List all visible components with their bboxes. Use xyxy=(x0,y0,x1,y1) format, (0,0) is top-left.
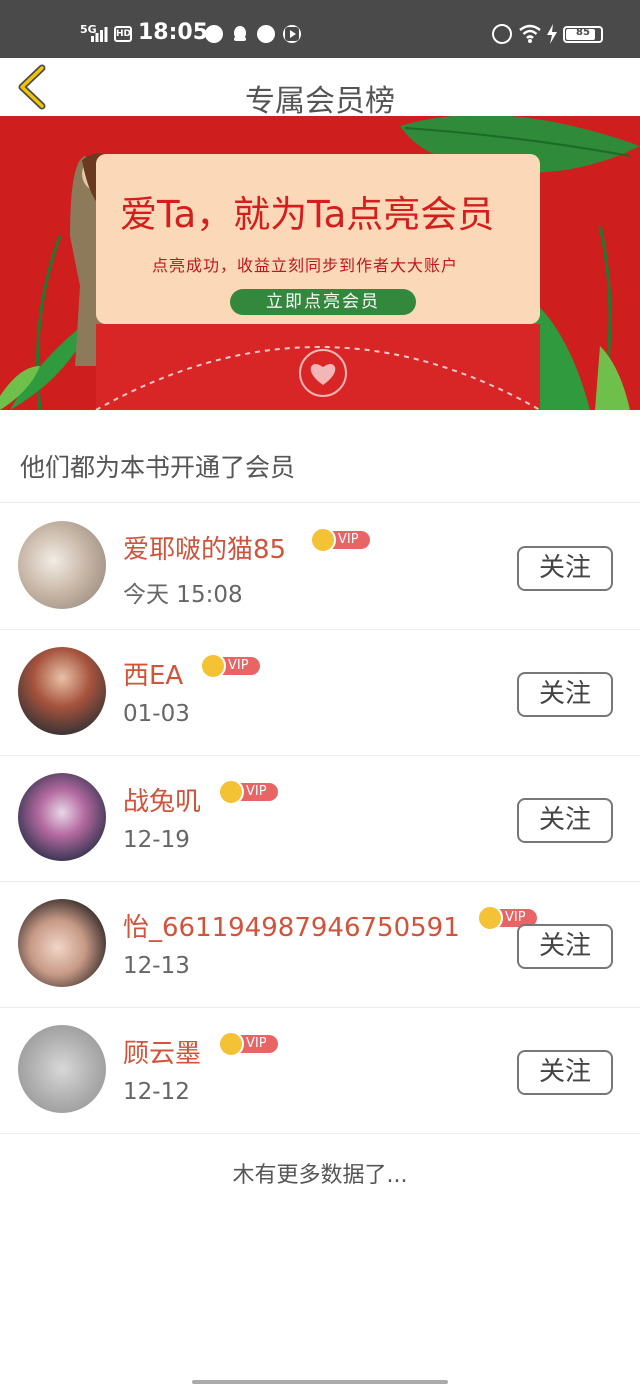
light-up-member-button[interactable]: 立即点亮会员 xyxy=(230,289,416,315)
no-more-data-text: 木有更多数据了... xyxy=(232,1163,408,1188)
banner-subtitle: 点亮成功，收益立刻同步到作者大大账户 xyxy=(152,256,459,275)
battery-level: 85 xyxy=(576,27,590,38)
crown-icon xyxy=(310,527,336,553)
follow-button[interactable]: 关注 xyxy=(517,546,613,591)
charging-icon xyxy=(547,24,557,44)
member-name[interactable]: 爱耶啵的猫85 xyxy=(123,529,286,566)
hd-icon: HD xyxy=(114,26,132,42)
member-name[interactable]: 顾云墨 xyxy=(123,1033,201,1070)
page-title: 专属会员榜 xyxy=(245,84,395,119)
app-notification-icon xyxy=(205,25,223,43)
avatar[interactable] xyxy=(18,899,106,987)
signal-icon xyxy=(91,27,108,42)
home-indicator[interactable] xyxy=(192,1380,448,1384)
crown-icon xyxy=(200,653,226,679)
member-row[interactable]: 顾云墨 VIP 12-12 关注 xyxy=(0,1007,640,1133)
avatar[interactable] xyxy=(18,1025,106,1113)
avatar[interactable] xyxy=(18,647,106,735)
follow-button[interactable]: 关注 xyxy=(517,672,613,717)
member-date: 12-19 xyxy=(123,827,190,853)
crown-icon xyxy=(477,905,503,931)
banner-headline: 爱Ta，就为Ta点亮会员 xyxy=(120,193,495,236)
battery-icon: 85 xyxy=(563,26,603,43)
qq-icon xyxy=(234,26,246,41)
clock: 18:05 xyxy=(138,20,209,45)
member-name[interactable]: 西EA xyxy=(123,655,183,692)
follow-button[interactable]: 关注 xyxy=(517,798,613,843)
promo-banner[interactable]: 爱Ta，就为Ta点亮会员 点亮成功，收益立刻同步到作者大大账户 立即点亮会员 xyxy=(0,116,640,410)
crown-icon xyxy=(218,779,244,805)
avatar[interactable] xyxy=(18,521,106,609)
follow-button[interactable]: 关注 xyxy=(517,1050,613,1095)
member-name[interactable]: 怡_661194987946750591 xyxy=(123,907,460,944)
divider xyxy=(0,1133,640,1134)
status-bar: 5G HD 18:05 85 xyxy=(0,0,640,58)
member-date: 01-03 xyxy=(123,701,190,727)
wifi-icon xyxy=(519,24,541,43)
member-row[interactable]: 战兔叽 VIP 12-19 关注 xyxy=(0,755,640,881)
member-row[interactable]: 爱耶啵的猫85 VIP 今天 15:08 关注 xyxy=(0,503,640,629)
compass-icon xyxy=(257,25,275,43)
crown-icon xyxy=(218,1031,244,1057)
section-title: 他们都为本书开通了会员 xyxy=(20,453,296,482)
alarm-icon xyxy=(492,24,512,44)
member-name[interactable]: 战兔叽 xyxy=(123,781,201,818)
member-row[interactable]: 西EA VIP 01-03 关注 xyxy=(0,629,640,755)
member-date: 今天 15:08 xyxy=(123,582,243,608)
play-icon xyxy=(283,25,301,43)
follow-button[interactable]: 关注 xyxy=(517,924,613,969)
heart-seal-icon xyxy=(299,349,347,397)
member-date: 12-12 xyxy=(123,1079,190,1105)
member-row[interactable]: 怡_661194987946750591 VIP 12-13 关注 xyxy=(0,881,640,1007)
member-date: 12-13 xyxy=(123,953,190,979)
avatar[interactable] xyxy=(18,773,106,861)
